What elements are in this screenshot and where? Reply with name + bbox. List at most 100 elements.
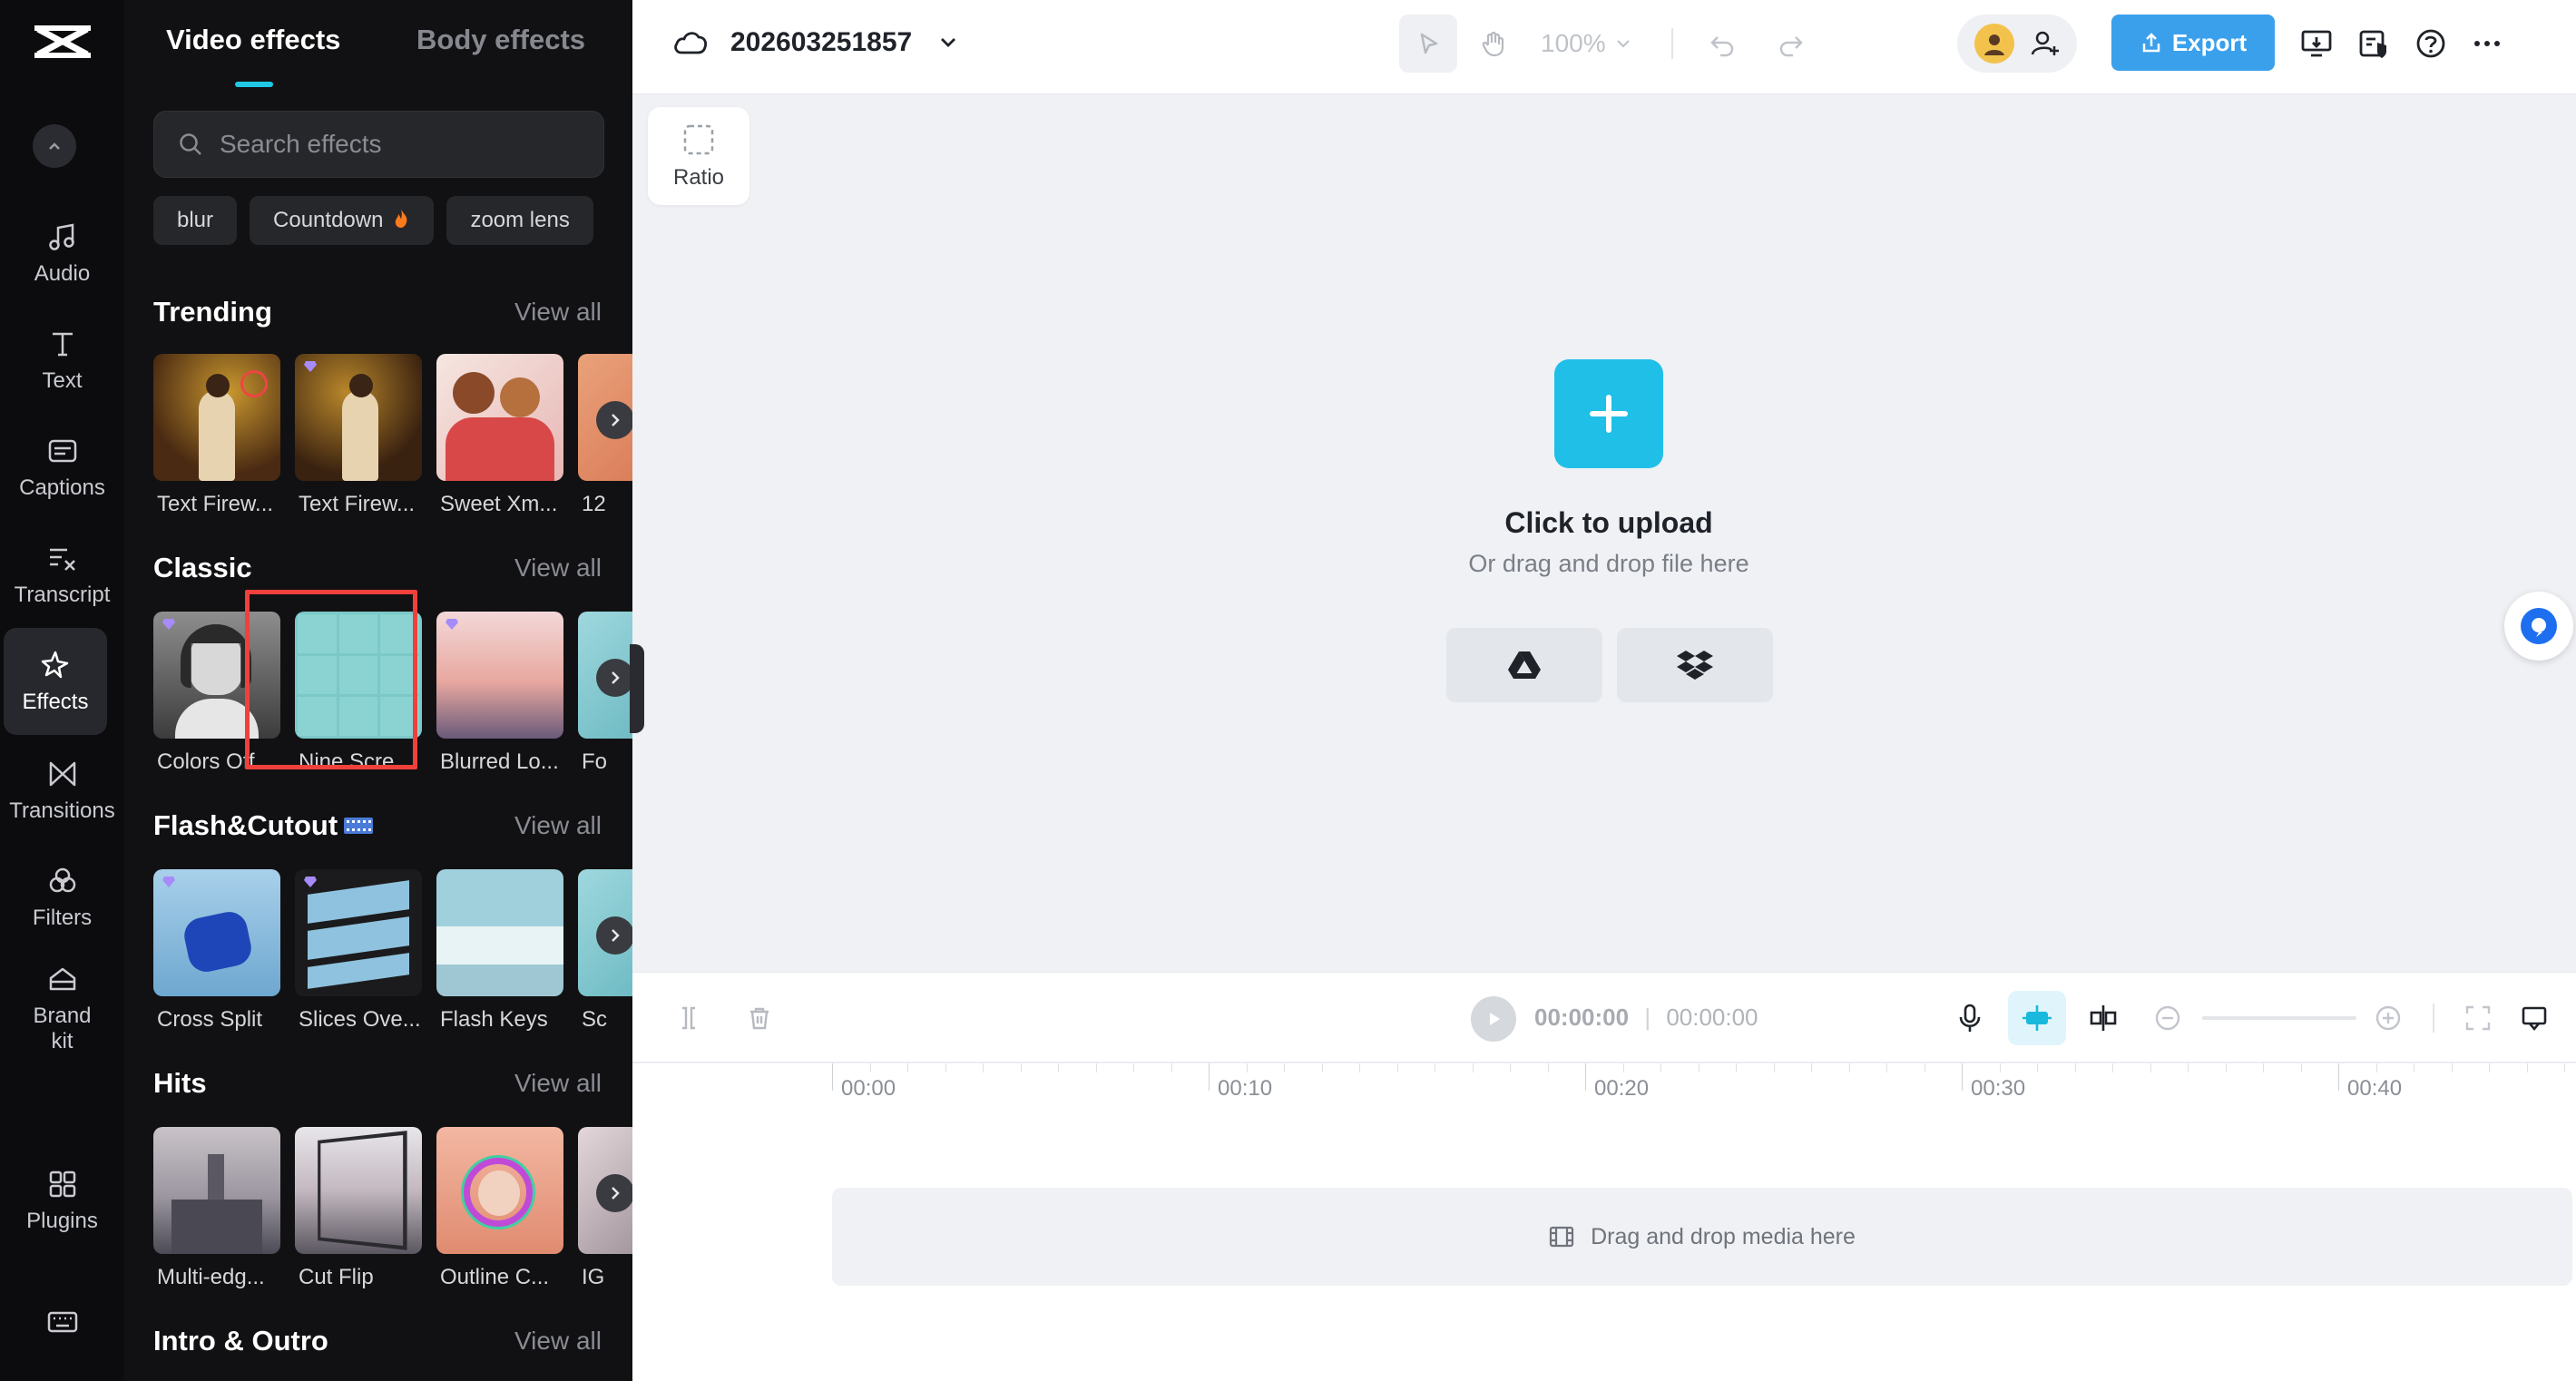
effect-card-colors-off[interactable]: Colors Off (153, 612, 280, 775)
avatar[interactable] (1974, 24, 2014, 64)
timeline-zoom-slider[interactable] (2202, 1016, 2356, 1020)
filters-icon (49, 867, 75, 893)
project-title-area[interactable]: 202603251857 (672, 27, 961, 58)
ruler-minor-tick (2263, 1063, 2264, 1072)
ruler-label: 00:40 (2347, 1076, 2403, 1101)
rail-item-filters[interactable]: Filters (0, 844, 124, 951)
collaborators-group[interactable] (1957, 15, 2077, 73)
effect-card[interactable]: Flash Keys (436, 869, 563, 1033)
split-button[interactable] (671, 1000, 707, 1036)
tab-video-effects[interactable]: Video effects (166, 24, 340, 56)
more-options-button[interactable] (2467, 24, 2507, 64)
rail-item-audio[interactable]: Audio (0, 200, 124, 307)
select-tool-button[interactable] (1399, 15, 1457, 73)
help-button[interactable] (2411, 24, 2451, 64)
view-all-trending-link[interactable]: View all (514, 298, 602, 327)
export-button[interactable]: Export (2111, 15, 2275, 71)
chip-zoom-lens[interactable]: zoom lens (446, 196, 593, 245)
effect-card[interactable]: Cross Split (153, 869, 280, 1033)
undo-button[interactable] (1693, 15, 1751, 73)
music-note-icon (48, 223, 74, 250)
view-all-hits-link[interactable]: View all (514, 1069, 602, 1098)
ruler-minor-tick (1359, 1063, 1360, 1072)
chip-blur[interactable]: blur (153, 196, 238, 245)
effect-card[interactable]: Text Firew... (295, 354, 422, 517)
view-all-flash-link[interactable]: View all (514, 811, 602, 840)
help-circle-icon (2416, 29, 2445, 58)
play-button[interactable] (1471, 996, 1516, 1042)
screen-download-button[interactable] (2297, 24, 2336, 64)
effect-card-label: Outline C... (440, 1265, 550, 1289)
zoom-out-button[interactable] (2150, 1000, 2186, 1036)
view-all-intro-link[interactable]: View all (514, 1327, 602, 1356)
chat-assistant-icon (2521, 608, 2557, 644)
effect-card[interactable]: Outline C... (436, 1127, 563, 1290)
rail-item-captions[interactable]: Captions (0, 414, 124, 521)
redo-button[interactable] (1762, 15, 1820, 73)
effect-card[interactable]: Cut Flip (295, 1127, 422, 1290)
flash-next-button[interactable] (596, 916, 632, 955)
plus-icon (1590, 395, 1628, 433)
section-title-classic: Classic (153, 552, 252, 583)
classic-next-button[interactable] (596, 659, 632, 697)
redo-icon (1779, 36, 1803, 57)
rail-item-brand-kit[interactable]: Brand kit (0, 955, 124, 1062)
split-scene-button[interactable] (2085, 1000, 2121, 1036)
effect-card[interactable]: Text Firew... (153, 354, 280, 517)
ruler-minor-tick (2188, 1063, 2189, 1072)
ruler-minor-tick (1095, 1063, 1097, 1072)
text-icon (52, 332, 73, 357)
view-all-classic-link[interactable]: View all (514, 553, 602, 583)
trending-next-button[interactable] (596, 401, 632, 439)
search-box[interactable] (153, 111, 604, 178)
top-bar: 202603251857 100% Export (632, 0, 2576, 94)
capcut-logo-icon[interactable] (25, 18, 100, 69)
ruler-minor-tick (983, 1063, 984, 1072)
upload-button[interactable] (1554, 359, 1663, 468)
link-split-icon (2090, 1005, 2117, 1031)
effect-card[interactable]: Blurred Lo... (436, 612, 563, 775)
fit-timeline-button[interactable] (2460, 1000, 2496, 1036)
effect-card-label: Blurred Lo... (440, 749, 559, 774)
rail-item-text[interactable]: Text (0, 307, 124, 414)
ruler-minor-tick (2225, 1063, 2227, 1072)
keyboard-shortcuts-button[interactable] (0, 1272, 124, 1379)
delete-button[interactable] (741, 1000, 778, 1036)
rail-item-plugins[interactable]: Plugins (0, 1147, 124, 1254)
collapse-up-button[interactable] (33, 124, 76, 168)
panel-collapse-handle[interactable] (630, 644, 644, 733)
auto-snap-toggle[interactable] (2008, 991, 2066, 1045)
chip-countdown[interactable]: Countdown (250, 196, 435, 245)
hand-tool-button[interactable] (1464, 15, 1523, 73)
assistant-float-button[interactable] (2504, 592, 2573, 661)
keyboard-icon (47, 1311, 77, 1333)
effect-thumbnail (295, 1127, 422, 1254)
ruler-minor-tick (1848, 1063, 1850, 1072)
hits-next-button[interactable] (596, 1174, 632, 1212)
review-shield-button[interactable] (2355, 24, 2395, 64)
ruler-minor-tick (2489, 1063, 2490, 1072)
media-dropzone[interactable]: Drag and drop media here (832, 1188, 2572, 1286)
user-avatar-icon (1983, 34, 2004, 55)
rail-item-effects[interactable]: Effects (4, 628, 107, 735)
tab-body-effects[interactable]: Body effects (416, 24, 585, 56)
zoom-select[interactable]: 100% (1541, 29, 1633, 58)
effect-card[interactable]: Sweet Xm... (436, 354, 563, 517)
dropbox-button[interactable] (1617, 628, 1773, 702)
google-drive-button[interactable] (1446, 628, 1602, 702)
effect-thumbnail (436, 869, 563, 996)
rail-item-transitions[interactable]: Transitions (0, 737, 124, 844)
ratio-button[interactable]: Ratio (648, 107, 749, 205)
record-voice-button[interactable] (1952, 1000, 1988, 1036)
rail-item-transcript[interactable]: Transcript (0, 521, 124, 628)
search-input[interactable] (220, 130, 583, 159)
effect-card[interactable]: Nine Scre... (295, 612, 422, 775)
timeline-comment-button[interactable] (2516, 1000, 2552, 1036)
upload-title[interactable]: Click to upload (1337, 506, 1881, 540)
add-user-icon[interactable] (2030, 28, 2061, 59)
zoom-in-button[interactable] (2370, 1000, 2406, 1036)
rail-label: Effects (22, 690, 89, 714)
effect-card[interactable]: Multi-edg... (153, 1127, 280, 1290)
effect-card[interactable]: Slices Ove... (295, 869, 422, 1033)
split-icon (682, 1006, 695, 1030)
